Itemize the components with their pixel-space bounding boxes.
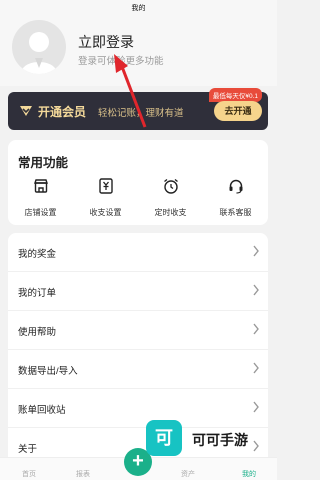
menu-item-orders[interactable]: 我的订单: [8, 272, 268, 311]
menu-item-label: 使用帮助: [18, 327, 57, 338]
chevron-right-icon: [253, 362, 259, 374]
watermark-text: 可可手游: [192, 432, 248, 448]
chevron-right-icon: [253, 323, 259, 335]
function-label: 收支设置: [89, 208, 122, 217]
vip-price-badge: 最低每天仅¥0.1: [208, 88, 262, 102]
vip-title: 开通会员: [38, 105, 87, 119]
function-store-settings[interactable]: 店铺设置: [8, 177, 73, 220]
function-label: 联系客服: [219, 208, 252, 217]
login-subtitle: 登录可体验更多功能: [78, 56, 164, 67]
headset-icon: [229, 179, 242, 194]
watermark: 可 可可手游: [146, 420, 270, 460]
chevron-right-icon: [253, 284, 259, 296]
alarm-clock-icon: [163, 178, 178, 194]
store-icon: [33, 179, 48, 193]
tab-assets[interactable]: 资产: [173, 469, 203, 479]
status-bar: 我的: [0, 0, 277, 18]
function-income-expense-settings[interactable]: 收支设置: [73, 177, 138, 220]
tab-home[interactable]: 首页: [14, 469, 44, 479]
menu-item-label: 我的奖金: [18, 249, 57, 260]
vip-banner[interactable]: 开通会员 轻松记账，理财有道 最低每天仅¥0.1 去开通: [8, 88, 268, 130]
vip-open-button[interactable]: 去开通: [214, 101, 262, 121]
tab-mine[interactable]: 我的: [234, 469, 264, 479]
menu-item-help[interactable]: 使用帮助: [8, 311, 268, 350]
chevron-right-icon: [253, 245, 259, 257]
chevron-right-icon: [253, 401, 259, 413]
menu-item-label: 数据导出/导入: [18, 366, 78, 377]
login-button[interactable]: 立即登录: [78, 32, 134, 52]
menu-item-label: 我的订单: [18, 288, 57, 299]
functions-title: 常用功能: [18, 156, 69, 170]
watermark-logo: 可: [146, 420, 182, 456]
menu-item-label: 账单回收站: [18, 405, 66, 416]
profile-header[interactable]: 立即登录 登录可体验更多功能: [0, 18, 277, 86]
menu-item-data-export-import[interactable]: 数据导出/导入: [8, 350, 268, 389]
function-label: 定时收支: [154, 208, 187, 217]
avatar[interactable]: [12, 20, 66, 74]
common-functions-card: 常用功能 店铺设置 收支设置 定时收支 联系客服: [8, 140, 268, 225]
function-customer-service[interactable]: 联系客服: [203, 177, 268, 220]
menu-item-label: 关于: [18, 444, 38, 455]
page-title: 我的: [131, 5, 146, 12]
function-scheduled-entries[interactable]: 定时收支: [138, 177, 203, 220]
vip-description: 轻松记账，理财有道: [98, 108, 184, 119]
menu-item-bonus[interactable]: 我的奖金: [8, 233, 268, 272]
diamond-heart-icon: [20, 106, 32, 116]
yuan-doc-icon: [98, 178, 113, 194]
tab-reports[interactable]: 报表: [68, 469, 98, 479]
function-label: 店铺设置: [24, 208, 57, 217]
default-avatar-icon: [21, 32, 57, 74]
